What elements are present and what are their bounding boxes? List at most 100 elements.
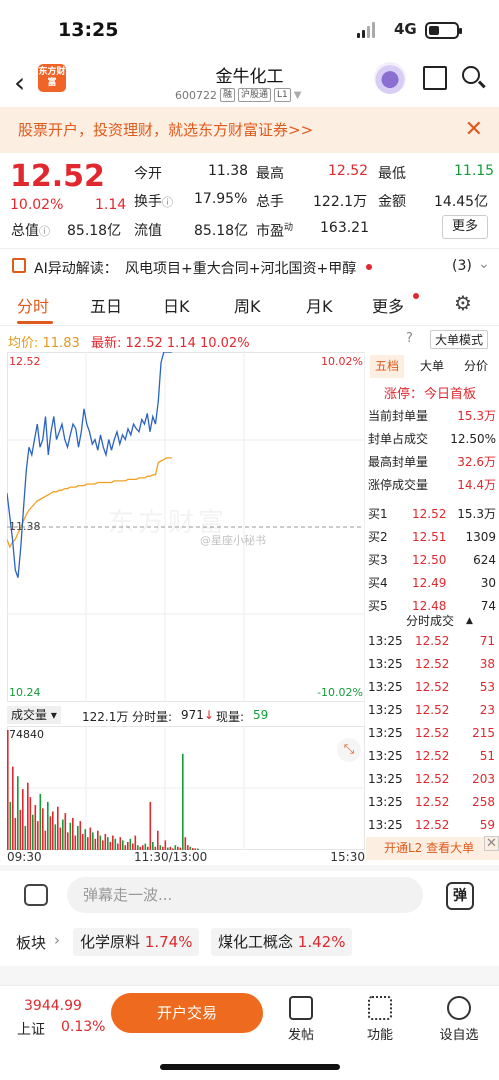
- sector-chip[interactable]: 化学原料 1.74%: [73, 928, 200, 956]
- home-indicator: [160, 1064, 340, 1070]
- volume-bar: [49, 816, 52, 850]
- close-icon[interactable]: ✕: [465, 107, 483, 153]
- tab-intraday[interactable]: 分时: [17, 293, 49, 317]
- low-label: 最低: [378, 166, 406, 182]
- volume-chart[interactable]: 74840 ⤡: [7, 726, 365, 850]
- tick-price: 12.52: [415, 657, 450, 671]
- bid-volume: 30: [480, 576, 496, 590]
- tick-row: 13:25 12.52 53: [366, 676, 499, 699]
- more-icon: [447, 996, 471, 1020]
- promo-banner[interactable]: 股票开户，投资理财，就选东方财富证券>> ✕: [0, 107, 499, 153]
- tick-volume: 203: [472, 772, 495, 786]
- volume-label: 成交量: [11, 708, 48, 722]
- danmu-toggle-icon[interactable]: [24, 884, 48, 906]
- bid-volume: 15.3万: [457, 507, 496, 521]
- search-icon[interactable]: [462, 66, 480, 84]
- info-icon[interactable]: ⓘ: [162, 196, 173, 209]
- volume-bar: [79, 821, 82, 850]
- volume-bar: [89, 827, 92, 850]
- latest-pct: 10.02%: [199, 336, 250, 351]
- volume-bar: [97, 830, 99, 850]
- chevron-down-icon[interactable]: ⌄: [478, 256, 490, 272]
- tick-row: 13:25 12.52 51: [366, 745, 499, 768]
- tab-weekly[interactable]: 周K: [234, 293, 261, 317]
- tick-row: 13:25 12.52 215: [366, 722, 499, 745]
- assistant-avatar[interactable]: [374, 62, 406, 94]
- volume-bar: [152, 841, 154, 850]
- tab-daily[interactable]: 日K: [163, 293, 190, 317]
- tick-row: 13:25 12.52 71: [366, 630, 499, 653]
- more-button[interactable]: 更多: [442, 215, 488, 239]
- tab-5day[interactable]: 五日: [90, 293, 122, 317]
- volume-bar: [62, 819, 64, 850]
- signal-icon: [357, 22, 377, 38]
- volume-bar: [157, 830, 159, 850]
- tab-five-levels[interactable]: 五档: [370, 355, 405, 378]
- latest-label: 最新:: [91, 336, 122, 351]
- danmu-icon[interactable]: 弹: [446, 882, 474, 910]
- help-icon[interactable]: ?: [406, 331, 413, 346]
- stat-label: 最高封单量: [368, 455, 429, 469]
- tab-big-orders[interactable]: 大单: [420, 355, 444, 378]
- sector-chip[interactable]: 煤化工概念 1.42%: [211, 928, 353, 956]
- float-label: 流值: [134, 223, 162, 239]
- tick-row: 13:25 12.52 23: [366, 699, 499, 722]
- stat-row: 封单占成交 12.50%: [366, 428, 499, 451]
- mktcap-label: 总值: [11, 223, 39, 239]
- post-button[interactable]: 发帖: [271, 996, 331, 1043]
- tab-monthly[interactable]: 月K: [306, 293, 333, 317]
- stock-code-row[interactable]: 600722 融 沪股通 L1 ▼: [175, 88, 301, 102]
- add-watchlist-button[interactable]: 设自选: [429, 996, 489, 1043]
- trade-button[interactable]: 开户交易: [111, 993, 263, 1033]
- tab-more[interactable]: 更多: [372, 293, 404, 317]
- tick-volume: 215: [472, 726, 495, 740]
- l2-upsell[interactable]: 开通L2 查看大单: [384, 837, 474, 860]
- volume-bar: [149, 801, 152, 850]
- chevron-right-icon[interactable]: ›: [54, 931, 60, 949]
- volume-bar: [112, 835, 114, 850]
- avg-value: 11.83: [42, 336, 80, 351]
- volume-total: 122.1万: [82, 710, 129, 724]
- volume-bar: [22, 789, 24, 850]
- tick-price: 12.52: [415, 726, 450, 740]
- network-label: 4G: [394, 20, 417, 38]
- volume-bar: [107, 837, 109, 850]
- volume-bar: [29, 797, 32, 850]
- tick-volume: 38: [479, 657, 495, 671]
- weibo-watermark: @星座小秘书: [200, 534, 266, 547]
- big-order-mode-button[interactable]: 大单模式: [430, 330, 489, 349]
- settings-icon[interactable]: ⚙: [454, 291, 472, 315]
- volume-bar: [74, 835, 77, 850]
- volume-bar: [54, 824, 57, 850]
- tag-connect: 沪股通: [238, 88, 272, 102]
- volume-bar: [84, 829, 87, 850]
- bid-row: 买2 12.51 1309: [366, 526, 499, 549]
- change-pct: 10.02%: [10, 197, 64, 213]
- info-icon[interactable]: ⓘ: [39, 225, 50, 238]
- bid-row: 买1 12.52 15.3万: [366, 503, 499, 526]
- volume-bar: [182, 753, 184, 850]
- y-axis-mid: 11.38: [9, 520, 41, 533]
- volume-select[interactable]: 成交量 ▾: [7, 706, 61, 724]
- volume-bar: [12, 766, 14, 850]
- share-icon[interactable]: [423, 66, 447, 90]
- close-icon[interactable]: ✕: [484, 836, 499, 851]
- chevron-down-icon: ▼: [293, 89, 302, 101]
- index-value[interactable]: 3944.99: [24, 998, 82, 1014]
- tick-price: 12.52: [415, 680, 450, 694]
- danmu-input[interactable]: 弹幕走一波...: [67, 877, 423, 913]
- tick-price: 12.52: [415, 703, 450, 717]
- tick-volume: 71: [479, 634, 495, 648]
- volume-bar: [27, 782, 29, 850]
- volume-bar: [134, 835, 137, 850]
- tag-margin: 融: [220, 88, 236, 102]
- ai-insight-row[interactable]: AI异动解读： 风电项目+重大合同+河北国资+甲醇 (3) ⌄: [0, 252, 499, 284]
- functions-button[interactable]: 功能: [350, 996, 410, 1043]
- expand-icon[interactable]: ⤡: [337, 738, 361, 762]
- sector-pct: 1.42%: [297, 933, 346, 951]
- bid-price: 12.51: [412, 530, 447, 544]
- tab-price-dist[interactable]: 分价: [464, 355, 488, 378]
- settings-label: 设自选: [439, 1028, 479, 1043]
- edit-icon: [289, 996, 313, 1020]
- danmu-bar: 弹幕走一波... 弹: [0, 870, 499, 920]
